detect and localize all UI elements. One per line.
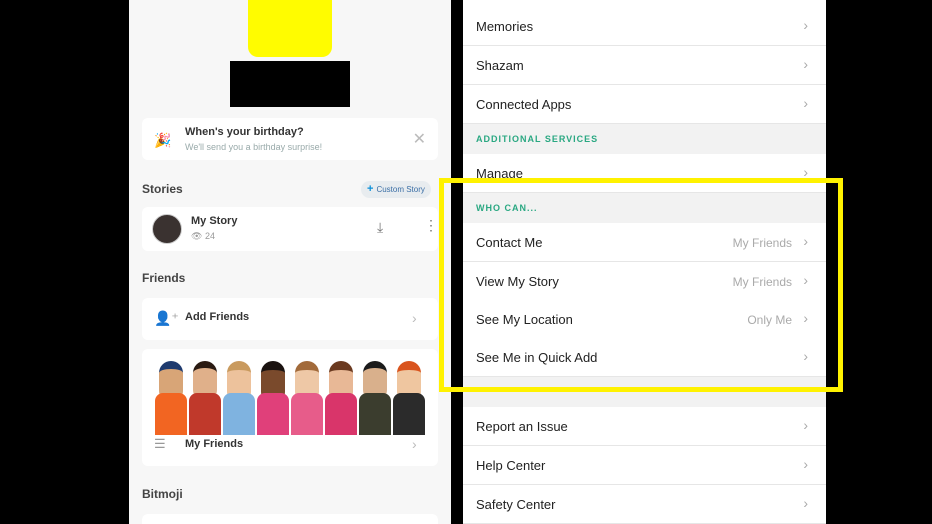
section-header-label: ADDITIONAL SERVICES [476,134,599,144]
row-label: Memories [476,19,534,34]
avatar [152,214,182,244]
my-friends-card[interactable]: ☰ My Friends › [142,349,438,466]
redacted-name [230,61,350,107]
stories-heading: Stories [142,182,183,196]
bitmoji-avatar [358,361,392,435]
row-label: Safety Center [476,497,556,512]
bitmoji-avatar [256,361,290,435]
profile-panel: 🎉 When's your birthday? We'll send you a… [129,0,451,524]
bitmoji-avatar [324,361,358,435]
settings-row-connected-apps[interactable]: Connected Apps › [463,85,826,124]
custom-story-label: Custom Story [376,185,425,194]
download-icon[interactable]: ⤓ [377,219,383,236]
my-story-title: My Story [191,215,238,227]
section-header-additional-services: ADDITIONAL SERVICES [463,124,826,154]
more-options-icon[interactable]: ⋮ [424,218,438,232]
settings-row-help-center[interactable]: Help Center › [463,446,826,485]
add-friend-icon: 👤⁺ [154,310,179,326]
chevron-right-icon: › [412,436,417,452]
add-friends-row[interactable]: 👤⁺ Add Friends › [142,298,438,340]
story-view-count: 24 [204,231,215,241]
bitmoji-avatar [154,361,188,435]
birthday-card[interactable]: 🎉 When's your birthday? We'll send you a… [142,118,438,160]
story-views: 👁 24 [191,231,215,242]
list-top-edge [463,0,826,7]
settings-row-shazam[interactable]: Shazam › [463,46,826,85]
row-label: Connected Apps [476,97,572,112]
bitmoji-avatar [222,361,256,435]
row-label: Report an Issue [476,419,568,434]
chevron-right-icon: › [803,56,808,72]
settings-row-safety-center[interactable]: Safety Center › [463,485,826,524]
snapcode-image[interactable] [248,0,332,57]
chevron-right-icon: › [803,17,808,33]
plus-icon: + [367,183,374,195]
chevron-right-icon: › [803,95,808,111]
party-popper-icon: 🎉 [154,132,172,148]
highlight-box [439,178,843,392]
friends-list-icon: ☰ [154,436,166,451]
birthday-subtitle: We'll send you a birthday surprise! [185,142,323,152]
row-label: Shazam [476,58,524,73]
friends-heading: Friends [142,271,186,285]
bitmoji-avatar [392,361,426,435]
my-story-card[interactable]: My Story 👁 24 ⤓ ⋮ [142,207,438,251]
chevron-right-icon: › [412,310,417,326]
settings-row-report-issue[interactable]: Report an Issue › [463,407,826,446]
bitmoji-avatar [290,361,324,435]
bitmoji-card[interactable] [142,514,438,524]
custom-story-button[interactable]: + Custom Story [361,181,431,198]
birthday-title: When's your birthday? [185,126,304,138]
close-icon[interactable]: ✕ [413,129,426,149]
bitmoji-avatar [188,361,222,435]
add-friends-label: Add Friends [185,311,250,323]
chevron-right-icon: › [803,417,808,433]
settings-row-memories[interactable]: Memories › [463,7,826,46]
chevron-right-icon: › [803,495,808,511]
row-label: Help Center [476,458,546,473]
chevron-right-icon: › [803,456,808,472]
my-friends-label: My Friends [185,438,244,450]
bitmoji-heading: Bitmoji [142,487,183,501]
eye-icon: 👁 [191,231,203,241]
